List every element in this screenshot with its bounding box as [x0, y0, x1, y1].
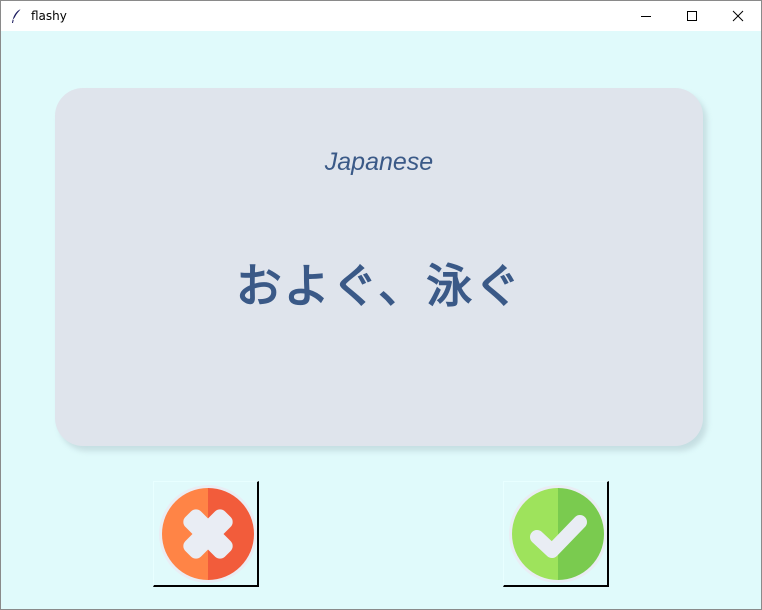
close-icon	[732, 7, 744, 26]
app-window: flashy Japanese およぐ、泳ぐ	[0, 0, 762, 610]
close-button[interactable]	[715, 1, 761, 31]
maximize-icon	[686, 7, 698, 26]
wrong-button[interactable]	[153, 481, 259, 587]
flash-card: Japanese およぐ、泳ぐ	[55, 88, 703, 446]
minimize-button[interactable]	[623, 1, 669, 31]
feather-icon	[10, 8, 24, 24]
app-canvas: Japanese およぐ、泳ぐ	[1, 31, 761, 609]
title-bar[interactable]: flashy	[1, 1, 761, 31]
right-button[interactable]	[503, 481, 609, 587]
card-language: Japanese	[324, 148, 434, 176]
card-word: およぐ、泳ぐ	[235, 259, 523, 313]
window-title: flashy	[31, 9, 67, 23]
maximize-button[interactable]	[669, 1, 715, 31]
minimize-icon	[640, 7, 652, 26]
